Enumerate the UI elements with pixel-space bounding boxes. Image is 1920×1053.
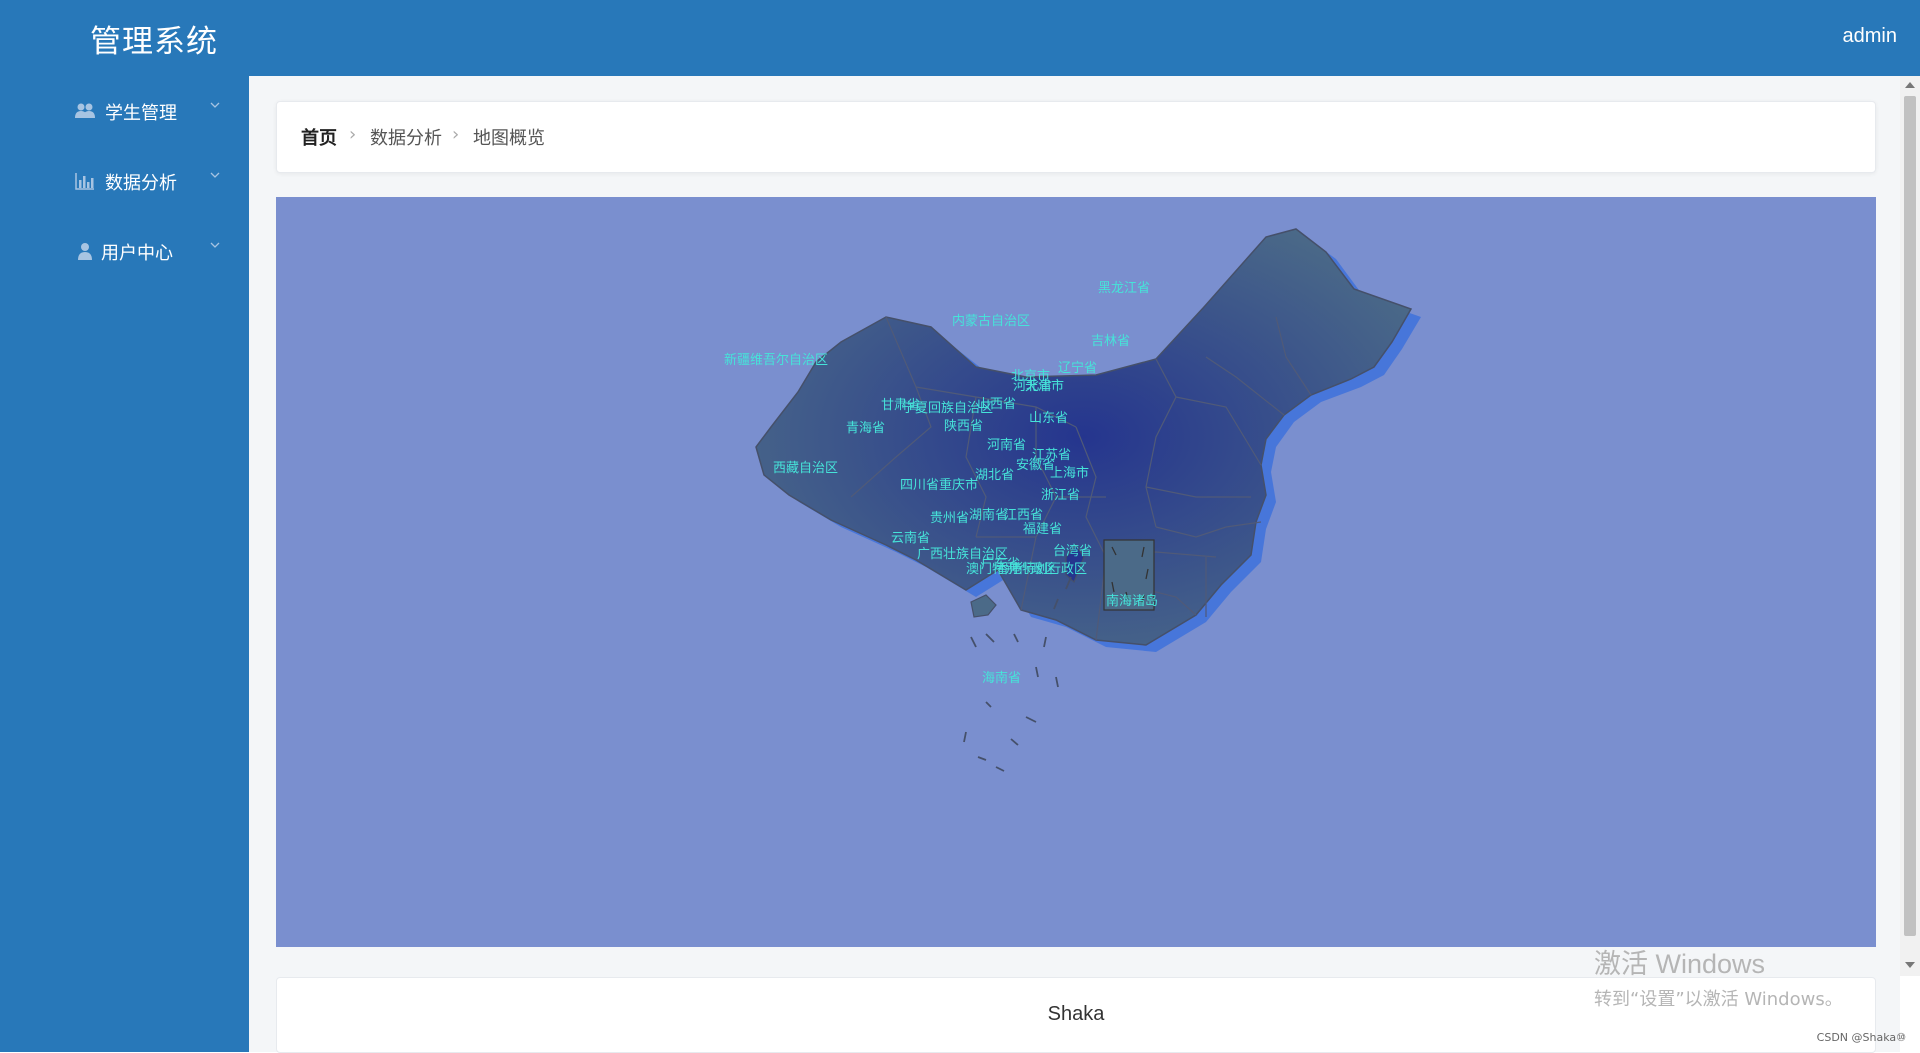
label-jilin: 吉林省 [1091,334,1130,349]
sidebar-item-data-analysis[interactable]: 数据分析 [0,146,249,216]
scroll-up-icon[interactable] [1905,82,1915,88]
label-taiwan: 台湾省 [1053,543,1092,559]
label-neimenggu: 内蒙古自治区 [952,313,1030,329]
china-mainland[interactable] [755,228,1413,646]
label-shandong: 山东省 [1029,411,1068,426]
user-icon [78,243,92,260]
label-henan: 河南省 [987,437,1026,453]
label-shanghai: 上海市 [1050,465,1089,481]
breadcrumb-data-analysis[interactable]: 数据分析 [370,124,442,150]
credit-text: CSDN @Shaka⑩ [1816,1031,1906,1044]
sidebar-item-user-center[interactable]: 用户中心 [0,216,249,286]
china-map[interactable]: 黑龙江省 吉林省 辽宁省 内蒙古自治区 新疆维吾尔自治区 北京市 天津市 河北省… [276,197,1876,947]
china-map-svg[interactable]: 黑龙江省 吉林省 辽宁省 内蒙古自治区 新疆维吾尔自治区 北京市 天津市 河北省… [276,197,1876,947]
breadcrumb-map-overview: 地图概览 [473,128,545,149]
users-icon [75,103,95,118]
sidebar-item-student-management[interactable]: 学生管理 [0,76,249,146]
label-jiangxi: 江西省 [1004,508,1043,523]
sidebar-item-label: 用户中心 [101,243,173,264]
chevron-down-icon [210,172,220,178]
label-xizang: 西藏自治区 [773,461,838,476]
breadcrumb-home[interactable]: 首页 [301,124,337,150]
label-shanxi: 山西省 [977,397,1016,412]
user-menu[interactable]: admin [1843,25,1897,48]
watermark-subtitle: 转到“设置”以激活 Windows。 [1594,989,1843,1010]
chevron-right-icon: › [452,124,460,145]
chevron-down-icon [210,242,220,248]
watermark-title: 激活 Windows [1594,949,1766,979]
breadcrumb: 首页 › 数据分析 › 地图概览 [276,101,1876,173]
bar-chart-icon [75,173,94,190]
scroll-down-icon[interactable] [1905,962,1915,968]
label-liaoning: 辽宁省 [1058,360,1097,376]
label-hunan: 湖南省 [969,507,1008,523]
label-shaanxi: 陕西省 [944,419,983,434]
label-qinghai: 青海省 [846,421,885,436]
label-fujian: 福建省 [1023,522,1062,537]
chevron-right-icon: › [349,124,357,145]
windows-activation-watermark: 激活 Windows 转到“设置”以激活 Windows。 [1594,942,1843,1011]
label-yunnan: 云南省 [891,530,930,546]
scrollbar-thumb[interactable] [1904,96,1916,936]
label-chongqing: 重庆市 [939,477,978,493]
main-content: 首页 › 数据分析 › 地图概览 黑龙江省 吉林省 辽宁省 内蒙古自治区 新疆维… [249,76,1900,1053]
sidebar-item-label: 数据分析 [105,173,177,194]
label-zhejiang: 浙江省 [1041,488,1080,503]
top-header: 管理系统 admin [0,0,1920,76]
vertical-scrollbar[interactable] [1900,76,1920,976]
hainan-island[interactable] [970,594,997,618]
app-title: 管理系统 [90,24,218,60]
chevron-down-icon [210,102,220,108]
sidebar-item-label: 学生管理 [105,103,177,124]
label-macau: 澳门特别行政区 [966,561,1057,577]
label-guizhou: 贵州省 [930,511,969,526]
label-south-sea-islands: 南海诸岛 [1106,593,1158,609]
label-heilongjiang: 黑龙江省 [1098,281,1150,296]
label-hebei: 河北省 [1013,379,1052,394]
label-sichuan: 四川省 [900,478,939,493]
label-hainan: 海南省 [982,670,1021,686]
sidebar: 学生管理 数据分析 用户中心 [0,76,249,1052]
label-hubei: 湖北省 [975,468,1014,483]
label-xinjiang: 新疆维吾尔自治区 [724,352,828,368]
